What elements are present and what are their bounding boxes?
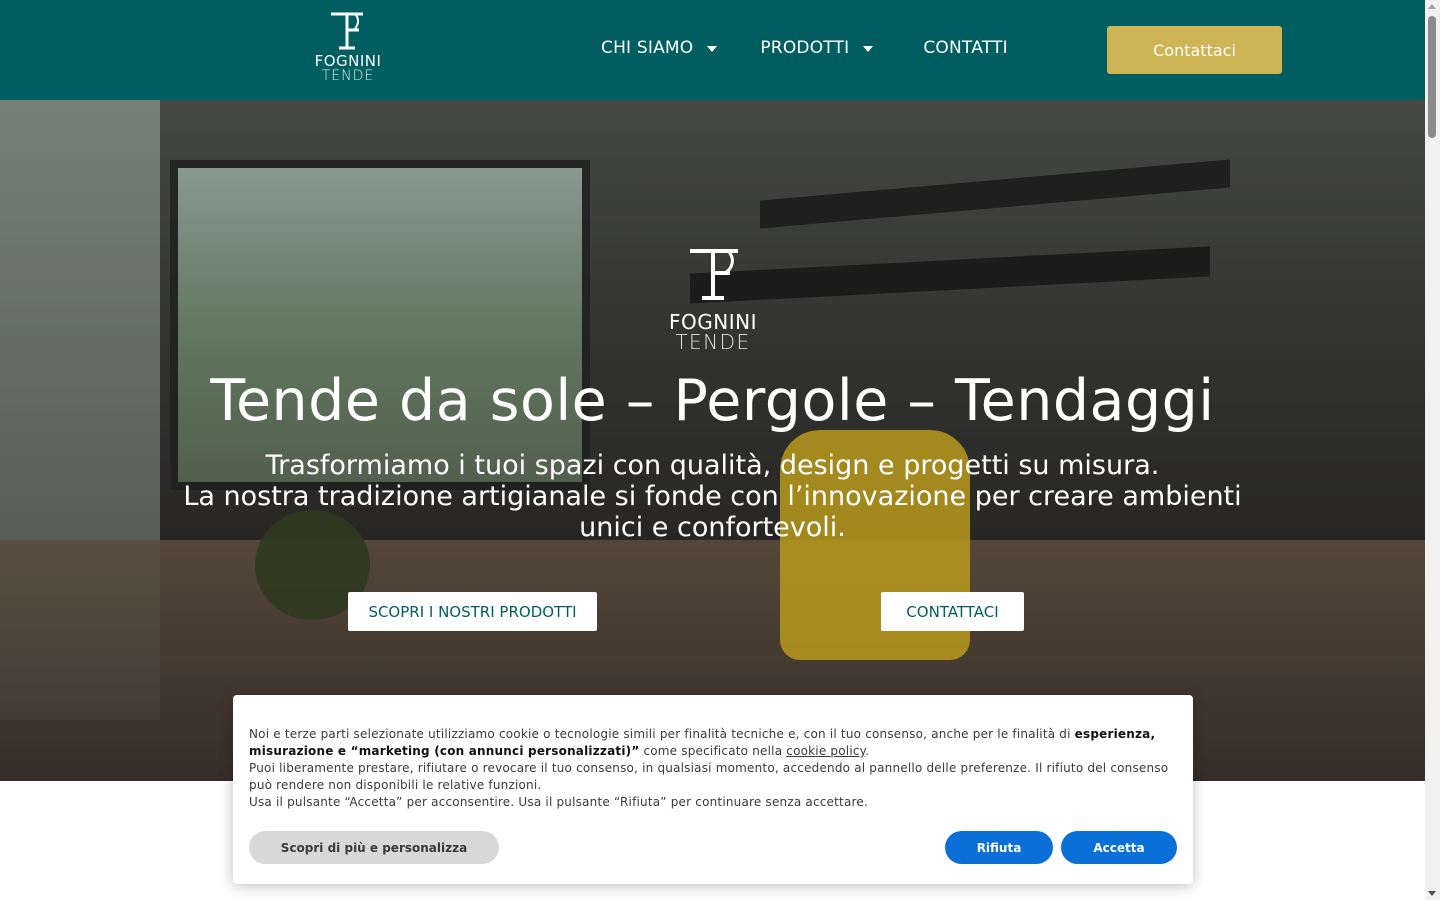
cookie-paragraph-3: Usa il pulsante “Accetta” per acconsenti…: [249, 795, 868, 809]
caret-down-icon: [707, 46, 718, 52]
contattaci-hero-button[interactable]: CONTATTACI: [881, 592, 1024, 631]
nav-item-contatti[interactable]: CONTATTI: [923, 38, 1007, 58]
nav-label: CHI SIAMO: [601, 38, 694, 58]
logo-monogram-icon: [331, 12, 363, 50]
contattaci-button[interactable]: Contattaci: [1107, 26, 1282, 74]
cookie-paragraph-1: Noi e terze parti selezionate utilizziam…: [249, 726, 1179, 760]
cookie-text-segment: Noi e terze parti selezionate utilizziam…: [249, 727, 1075, 741]
scopri-prodotti-button[interactable]: SCOPRI I NOSTRI PRODOTTI: [348, 592, 597, 631]
cookie-accept-button[interactable]: Accetta: [1061, 831, 1177, 864]
hero-bg-awning: [690, 246, 1210, 304]
hero-section: FOGNINI TENDE Tende da sole – Pergole – …: [0, 100, 1425, 781]
hero-subtitle-line2: La nostra tradizione artigianale si fond…: [183, 481, 1242, 543]
cookie-preferences-button[interactable]: Scopri di più e personalizza: [249, 831, 499, 864]
nav-item-prodotti[interactable]: PRODOTTI: [760, 38, 874, 58]
cookie-text-segment: come specificato nella: [639, 744, 787, 758]
cookie-paragraph-2: Puoi liberamente prestare, rifiutare o r…: [249, 761, 1169, 792]
cookie-text-segment: .: [865, 744, 870, 758]
nav-item-chi-siamo[interactable]: CHI SIAMO: [601, 38, 718, 58]
logo-sub: TENDE: [321, 68, 375, 84]
hero-subtitle-line1: Trasformiamo i tuoi spazi con qualità, d…: [265, 450, 1160, 481]
hero-logo-brand: FOGNINI: [669, 310, 757, 334]
scrollbar-thumb[interactable]: [1428, 16, 1436, 138]
site-logo[interactable]: FOGNINI TENDE: [309, 12, 387, 88]
hero-bg-awning: [760, 159, 1230, 229]
scroll-up-icon[interactable]: [1428, 4, 1436, 9]
hero-title: Tende da sole – Pergole – Tendaggi: [210, 368, 1215, 434]
logo-brand: FOGNINI: [314, 52, 382, 70]
site-header: FOGNINI TENDE CHI SIAMO PRODOTTI CONTATT…: [0, 0, 1425, 100]
main-nav: CHI SIAMO PRODOTTI CONTATTI: [601, 38, 1008, 58]
hero-logo-sub: TENDE: [675, 330, 751, 354]
hero-logo: FOGNINI TENDE: [662, 248, 764, 352]
hero-bg-window: [170, 160, 590, 490]
logo-monogram-icon: [690, 249, 738, 300]
nav-label: CONTATTI: [923, 38, 1008, 58]
cookie-text: Noi e terze parti selezionate utilizziam…: [249, 726, 1179, 811]
cookie-reject-button[interactable]: Rifiuta: [945, 831, 1053, 864]
scroll-down-icon[interactable]: [1428, 891, 1436, 896]
nav-label: PRODOTTI: [760, 38, 850, 58]
page-scrollbar[interactable]: [1425, 0, 1440, 900]
cookie-banner: Noi e terze parti selezionate utilizziam…: [233, 695, 1193, 884]
hero-subtitle: Trasformiamo i tuoi spazi con qualità, d…: [170, 450, 1255, 543]
cookie-policy-link[interactable]: cookie policy: [786, 744, 865, 758]
caret-down-icon: [863, 46, 874, 52]
